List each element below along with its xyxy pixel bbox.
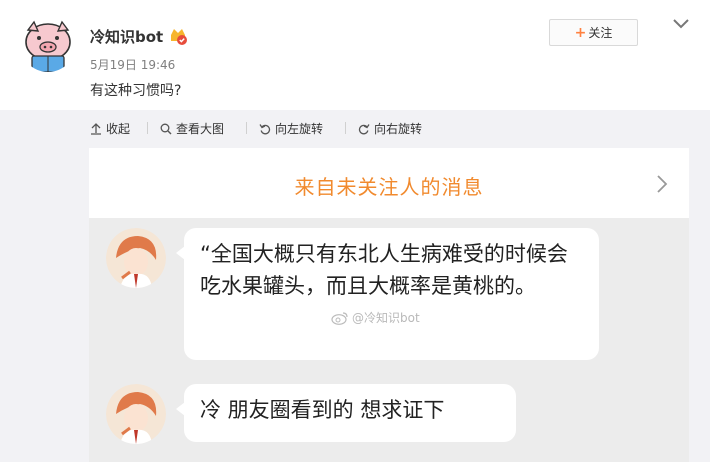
collapse-icon: [91, 122, 101, 135]
post-time[interactable]: 5月19日 19:46: [90, 56, 175, 73]
post-image[interactable]: 来自未关注人的消息 “全国大概只有东北人生病难受的时候会吃水果罐头，而且大概率是…: [89, 148, 689, 462]
collapse-button[interactable]: 收起: [90, 120, 130, 137]
post-text: 有这种习惯吗?: [90, 83, 182, 99]
sender-avatar: [106, 384, 166, 444]
watermark-text: @冷知识bot: [352, 311, 420, 325]
banner-title: 来自未关注人的消息: [294, 175, 484, 199]
view-large-label: 查看大图: [176, 122, 225, 136]
follow-label: 关注: [588, 26, 613, 40]
chevron-down-icon[interactable]: [672, 16, 690, 30]
collapse-label: 收起: [106, 122, 131, 136]
verified-badge-icon: [168, 26, 188, 46]
user-avatar[interactable]: [20, 16, 76, 72]
chat-bubble: “全国大概只有东北人生病难受的时候会吃水果罐头，而且大概率是黄桃的。: [176, 228, 599, 360]
rotate-right-icon: [358, 123, 370, 134]
toolbar-divider: [147, 122, 148, 134]
sender-avatar: [106, 228, 166, 288]
rotate-right-button[interactable]: 向右旋转: [358, 120, 422, 137]
chat-bubble: 冷 朋友圈看到的 想求证下: [176, 384, 516, 442]
toolbar-divider: [345, 122, 346, 134]
view-large-button[interactable]: 查看大图: [160, 120, 224, 137]
rotate-left-label: 向左旋转: [275, 122, 324, 136]
rotate-left-icon: [259, 123, 271, 134]
follow-button[interactable]: + 关注: [549, 19, 638, 46]
rotate-left-button[interactable]: 向左旋转: [259, 120, 323, 137]
media-area: 收起 查看大图 向左旋转 向右旋转 来自未关注人的消息 “全国大概只有东北人生病…: [0, 110, 710, 462]
watermark: @冷知识bot: [331, 309, 420, 326]
post-header: 冷知识bot 5月19日 19:46 有这种习惯吗? + 关注: [0, 0, 710, 110]
rotate-right-label: 向右旋转: [374, 122, 423, 136]
toolbar-divider: [246, 122, 247, 134]
username[interactable]: 冷知识bot: [90, 26, 163, 47]
weibo-logo-icon: [331, 311, 348, 325]
image-toolbar: 收起 查看大图 向左旋转 向右旋转: [0, 110, 710, 146]
chevron-right-icon: [655, 174, 669, 198]
zoom-icon: [160, 123, 172, 134]
plus-icon: +: [574, 24, 587, 41]
message-banner: 来自未关注人的消息: [89, 148, 689, 218]
